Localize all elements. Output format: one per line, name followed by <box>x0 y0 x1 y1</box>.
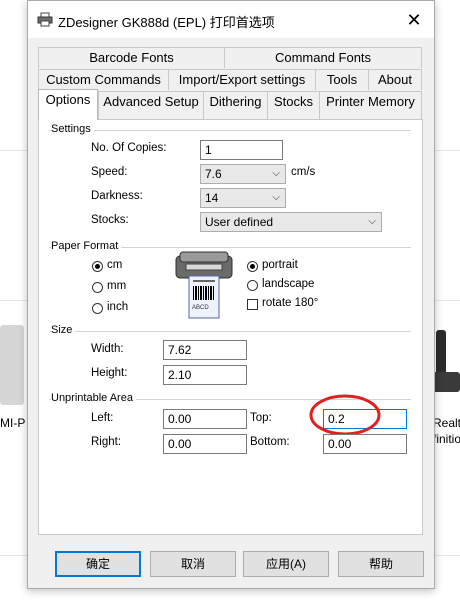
speed-select[interactable]: 7.6 ⌵ <box>200 164 286 184</box>
tab-label: Barcode Fonts <box>89 50 174 65</box>
rotate-180-checkbox[interactable] <box>247 299 258 310</box>
background-divider <box>433 555 460 556</box>
radio-landscape-label[interactable]: landscape <box>262 278 314 290</box>
tab-label: Dithering <box>209 94 262 109</box>
tab-label: About <box>378 72 412 87</box>
chevron-down-icon: ⌵ <box>368 216 376 227</box>
darkness-value: 14 <box>205 191 219 205</box>
size-group-label: Size <box>51 324 76 336</box>
copies-input[interactable]: 1 <box>200 140 283 160</box>
tab-label: Custom Commands <box>46 72 161 87</box>
ok-button[interactable]: 确定 <box>55 551 141 577</box>
tab-label: Printer Memory <box>326 94 415 109</box>
radio-portrait-label[interactable]: portrait <box>262 259 298 271</box>
left-margin-input[interactable]: 0.00 <box>163 409 247 429</box>
stocks-select[interactable]: User defined ⌵ <box>200 212 382 232</box>
label-sample-text: ABCD <box>192 305 209 311</box>
tab-label: Options <box>45 92 91 107</box>
tab-label: Stocks <box>273 94 313 109</box>
printing-preferences-dialog: ZDesigner GK888d (EPL) 打印首选项 ✕ Barcode F… <box>27 0 435 589</box>
printer-device-icon[interactable] <box>0 325 24 405</box>
speed-label: Speed: <box>91 166 128 178</box>
settings-group-label: Settings <box>51 123 94 135</box>
tab-options[interactable]: Options <box>38 89 98 120</box>
size-group-line <box>49 331 411 332</box>
settings-group-line <box>49 130 411 131</box>
bottom-margin-label: Bottom: <box>250 436 290 448</box>
radio-landscape[interactable] <box>247 280 258 291</box>
tab-command-fonts[interactable]: Command Fonts <box>224 47 422 68</box>
bottom-margin-input[interactable]: 0.00 <box>323 434 407 454</box>
right-margin-input[interactable]: 0.00 <box>163 434 247 454</box>
cancel-button[interactable]: 取消 <box>150 551 236 577</box>
tab-import-export-settings[interactable]: Import/Export settings <box>168 69 316 90</box>
radio-mm-label[interactable]: mm <box>107 280 126 292</box>
radio-mm[interactable] <box>92 282 103 293</box>
device-label-right-2: finitio <box>433 432 460 446</box>
height-input[interactable]: 2.10 <box>163 365 247 385</box>
tab-stocks[interactable]: Stocks <box>267 91 320 119</box>
device-label-right-1[interactable]: Realte <box>433 416 460 430</box>
tab-barcode-fonts[interactable]: Barcode Fonts <box>38 47 225 68</box>
darkness-label: Darkness: <box>91 190 143 202</box>
rotate-180-label[interactable]: rotate 180° <box>262 297 318 309</box>
tab-label: Import/Export settings <box>178 72 306 87</box>
background-divider <box>0 300 27 301</box>
right-margin-label: Right: <box>91 436 122 448</box>
radio-portrait[interactable] <box>247 261 258 272</box>
title-bar[interactable]: ZDesigner GK888d (EPL) 打印首选项 ✕ <box>28 1 434 38</box>
unprintable-group-label: Unprintable Area <box>51 392 136 404</box>
stocks-value: User defined <box>205 215 274 229</box>
radio-cm-label[interactable]: cm <box>107 259 122 271</box>
device-icon-right-base <box>432 372 460 392</box>
background-divider <box>433 150 460 151</box>
tab-dithering[interactable]: Dithering <box>203 91 268 119</box>
tab-tools[interactable]: Tools <box>315 69 369 90</box>
apply-button[interactable]: 应用(A) <box>243 551 329 577</box>
copies-label: No. Of Copies: <box>91 142 167 154</box>
tab-label: Advanced Setup <box>103 94 199 109</box>
radio-cm[interactable] <box>92 261 103 272</box>
width-input[interactable]: 7.62 <box>163 340 247 360</box>
highlight-circle-annotation <box>309 394 381 436</box>
help-button[interactable]: 帮助 <box>338 551 424 577</box>
tab-custom-commands[interactable]: Custom Commands <box>38 69 169 90</box>
top-margin-label: Top: <box>250 412 272 424</box>
background-divider <box>0 150 27 151</box>
background-divider <box>0 555 27 556</box>
speed-unit: cm/s <box>291 166 316 178</box>
speed-value: 7.6 <box>205 167 222 181</box>
darkness-select[interactable]: 14 ⌵ <box>200 188 286 208</box>
options-panel: Settings No. Of Copies: 1 Speed: 7.6 ⌵ c… <box>38 119 423 535</box>
close-button[interactable]: ✕ <box>400 7 428 33</box>
dialog-title: ZDesigner GK888d (EPL) 打印首选项 <box>58 15 275 30</box>
printer-icon <box>37 12 53 27</box>
device-label-left[interactable]: MI-P <box>0 416 25 430</box>
chevron-down-icon: ⌵ <box>272 168 280 179</box>
height-label: Height: <box>91 367 128 379</box>
tab-advanced-setup[interactable]: Advanced Setup <box>98 91 204 119</box>
background-divider <box>433 300 460 301</box>
width-label: Width: <box>91 343 124 355</box>
radio-inch-label[interactable]: inch <box>107 301 128 313</box>
tab-printer-memory[interactable]: Printer Memory <box>319 91 422 119</box>
tab-label: Tools <box>326 72 358 87</box>
tab-about[interactable]: About <box>368 69 422 90</box>
paper-format-group-label: Paper Format <box>51 240 122 252</box>
left-margin-label: Left: <box>91 412 114 424</box>
chevron-down-icon: ⌵ <box>272 192 280 203</box>
tab-label: Command Fonts <box>274 50 372 65</box>
stocks-label: Stocks: <box>91 214 129 226</box>
radio-inch[interactable] <box>92 303 103 314</box>
